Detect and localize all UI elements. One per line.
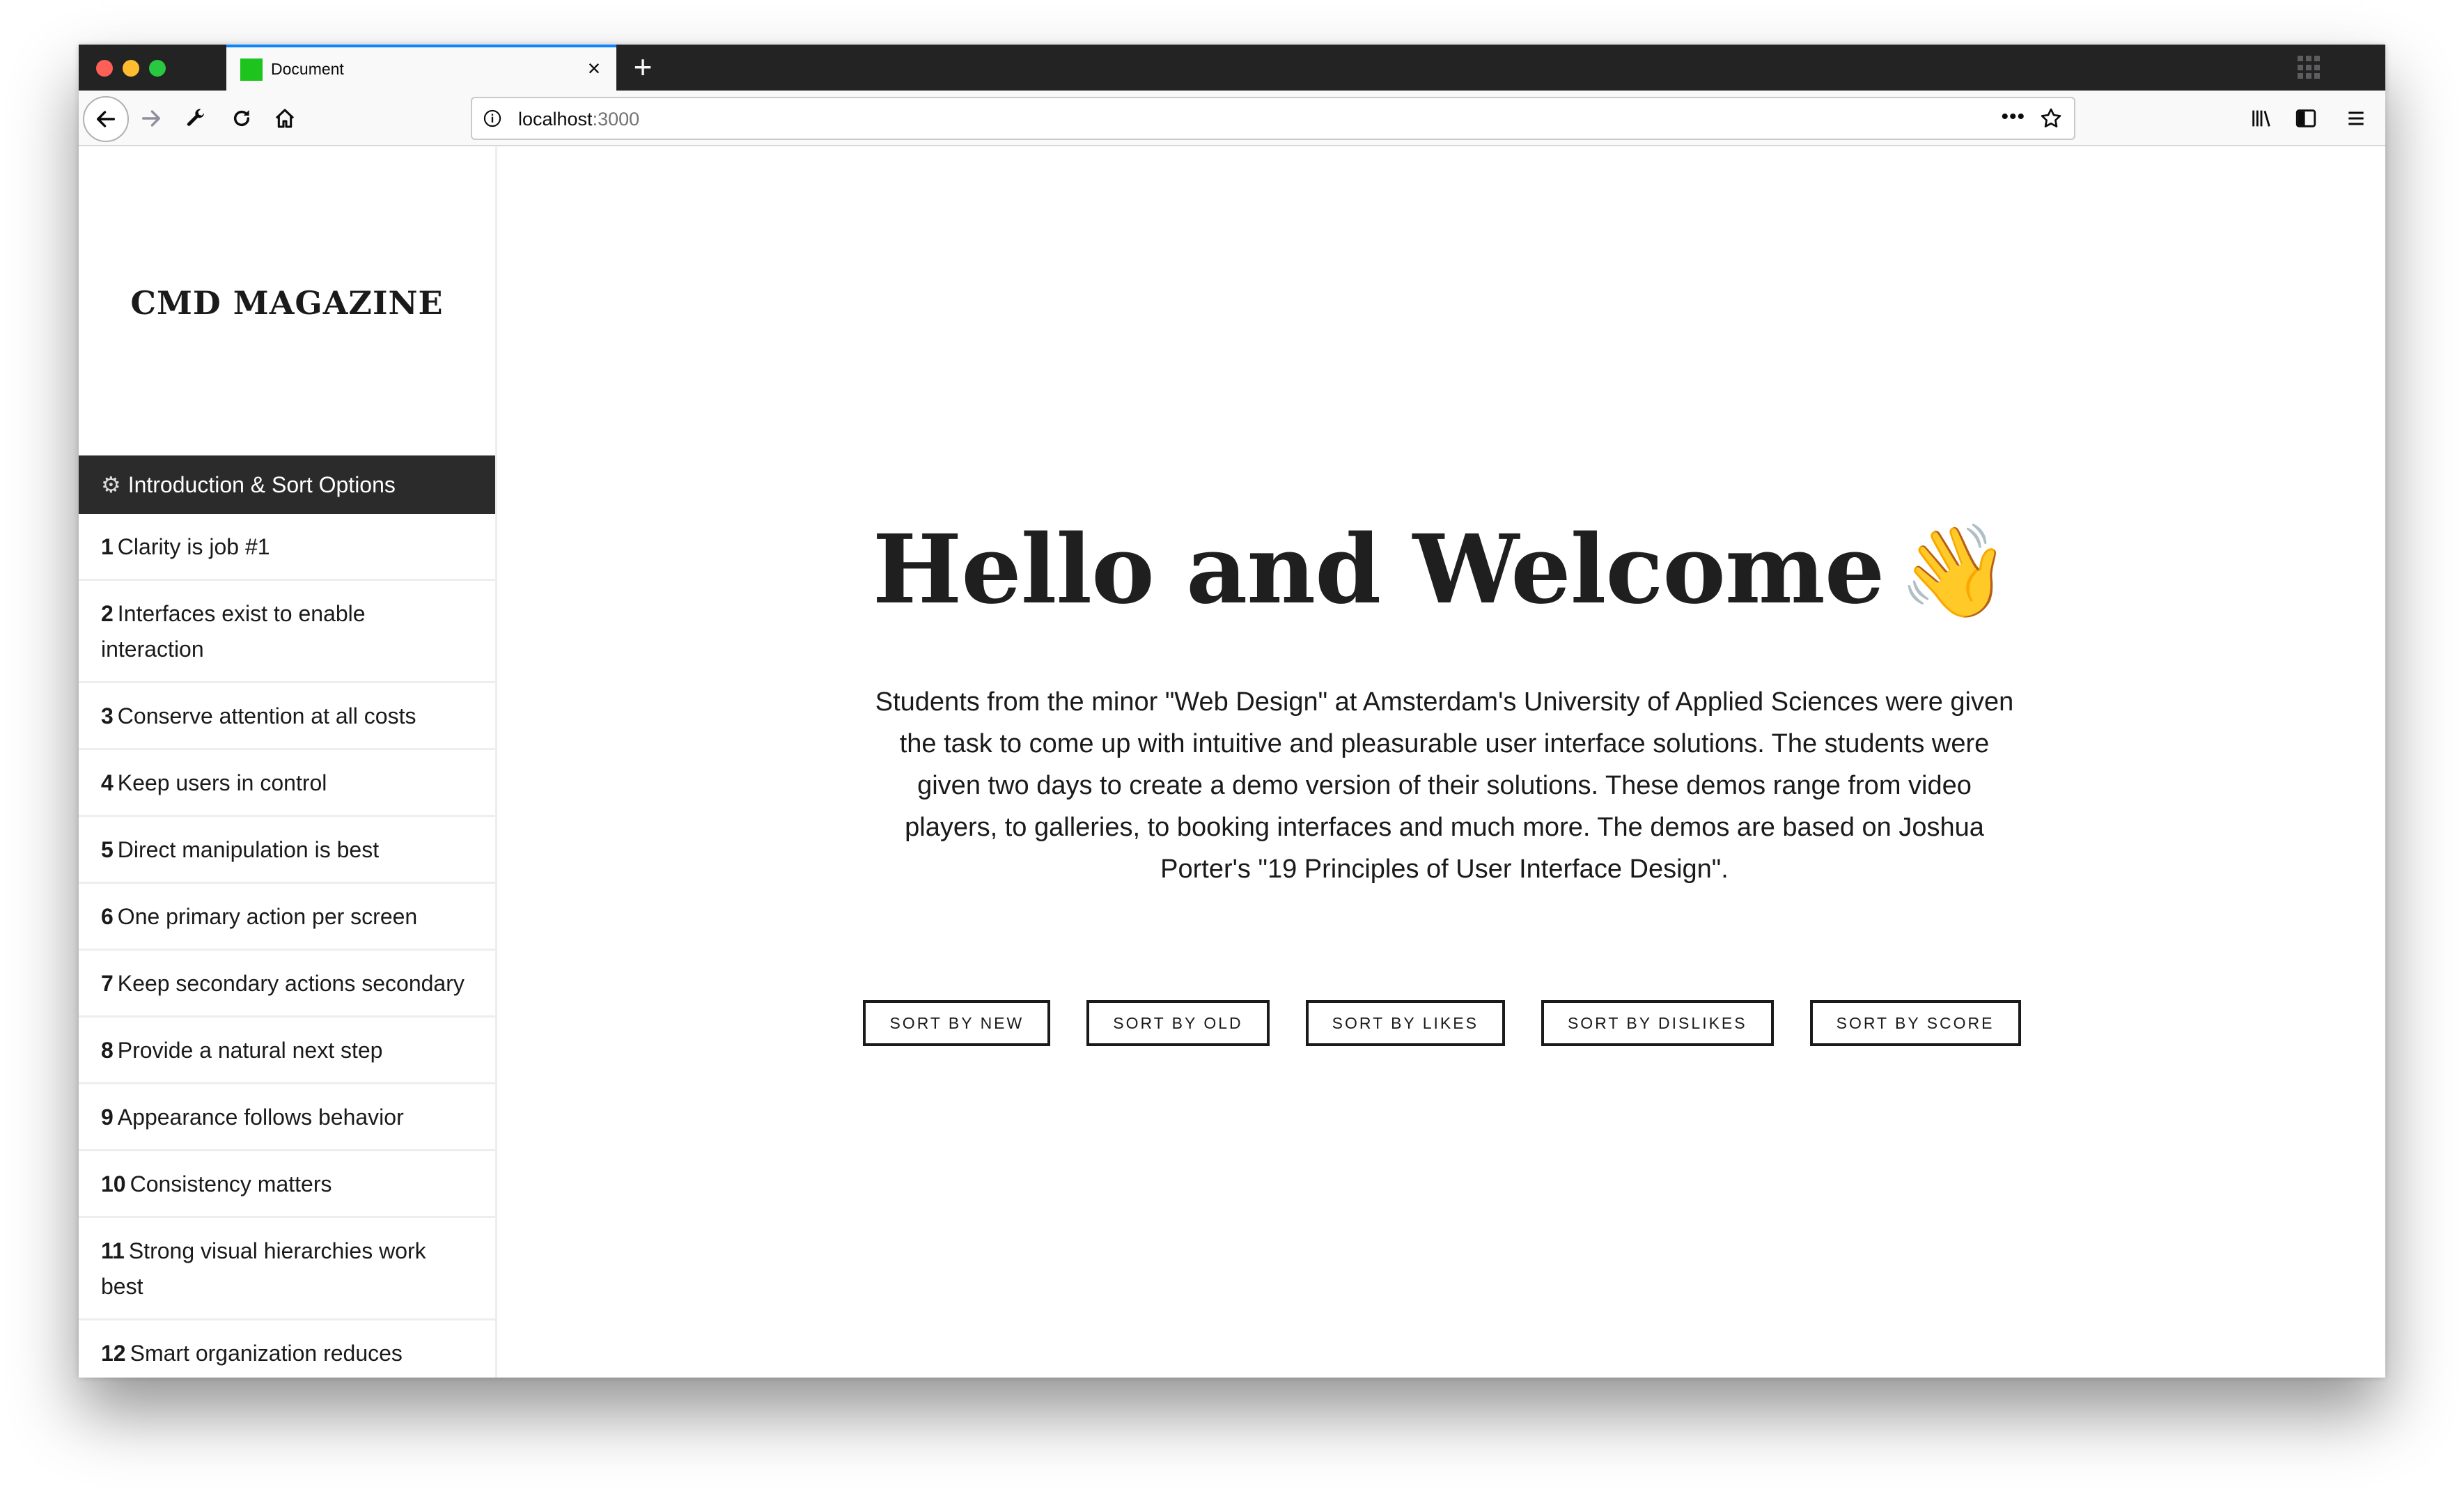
forward-button[interactable]	[132, 99, 171, 138]
item-label: Smart organization reduces cognitive loa…	[101, 1341, 403, 1378]
item-number: 5	[101, 837, 114, 862]
intro-text: Students from the minor "Web Design" at …	[875, 687, 2014, 884]
sidebar-item[interactable]: 8 Provide a natural next step	[79, 1018, 495, 1084]
sidebar-toggle-button[interactable]	[2286, 99, 2325, 138]
developer-tools-button[interactable]	[176, 99, 215, 138]
sidebar-item[interactable]: 4 Keep users in control	[79, 750, 495, 817]
sidebar-item[interactable]: 1 Clarity is job #1	[79, 514, 495, 581]
grid-icon[interactable]	[2298, 56, 2321, 79]
forward-arrow-icon	[141, 110, 161, 127]
new-tab-button[interactable]: +	[623, 49, 662, 88]
tab-title: Document	[271, 60, 344, 78]
library-button[interactable]	[2242, 99, 2281, 138]
home-button[interactable]	[265, 99, 304, 138]
url-host: localhost	[518, 109, 593, 130]
item-number: 10	[101, 1171, 126, 1196]
page-title-text: Hello and Welcome	[872, 514, 1885, 625]
item-label: Keep users in control	[117, 770, 327, 795]
sidebar-item[interactable]: 6 One primary action per screen	[79, 884, 495, 951]
sidebar-item[interactable]: 3 Conserve attention at all costs	[79, 683, 495, 750]
sidebar-item[interactable]: 10 Consistency matters	[79, 1151, 495, 1218]
item-number: 3	[101, 703, 114, 728]
reload-button[interactable]	[222, 99, 261, 138]
sort-by-new-button[interactable]: SORT BY NEW	[863, 1000, 1051, 1046]
sort-by-score-button[interactable]: SORT BY SCORE	[1809, 1000, 2021, 1046]
item-label: One primary action per screen	[117, 904, 418, 929]
library-icon	[2252, 110, 2270, 127]
nav-toolbar: localhost:3000 •••	[79, 91, 2385, 146]
main-content: Hello and Welcome 👋 Students from the min…	[497, 146, 2385, 1378]
url-text[interactable]: localhost:3000	[518, 109, 639, 130]
sidebar-item[interactable]: 7 Keep secondary actions secondary	[79, 951, 495, 1018]
item-number: 9	[101, 1105, 114, 1130]
sidebar-item[interactable]: 5 Direct manipulation is best	[79, 817, 495, 884]
sidebar-item[interactable]: 11 Strong visual hierarchies work best	[79, 1218, 495, 1320]
item-label: Clarity is job #1	[117, 534, 270, 559]
wrench-icon	[187, 109, 204, 126]
item-number: 2	[101, 601, 114, 626]
sidebar-item[interactable]: 2 Interfaces exist to enable interaction	[79, 581, 495, 683]
waving-hand-icon: 👋	[1898, 517, 2011, 624]
back-arrow-icon	[96, 111, 116, 127]
item-number: 11	[101, 1238, 125, 1263]
item-label: Provide a natural next step	[117, 1038, 383, 1063]
url-port: :3000	[592, 109, 640, 130]
page-actions-icon[interactable]: •••	[2001, 105, 2025, 129]
browser-window: Document × + localhost:3000 ••• CMD MAGA…	[79, 45, 2385, 1378]
reload-icon	[233, 110, 250, 127]
sort-by-likes-button[interactable]: SORT BY LIKES	[1305, 1000, 1505, 1046]
gear-icon: ⚙	[101, 472, 121, 497]
item-label: Keep secondary actions secondary	[117, 971, 465, 996]
tab-document[interactable]: Document ×	[226, 45, 616, 91]
close-window-button[interactable]	[96, 60, 113, 77]
sort-options: SORT BY NEW SORT BY OLD SORT BY LIKES SO…	[497, 1000, 2385, 1046]
sidebar-item-label: Introduction & Sort Options	[127, 471, 396, 497]
bookmark-star-icon[interactable]	[2039, 107, 2064, 132]
item-number: 4	[101, 770, 114, 795]
sidebar: CMD MAGAZINE ⚙ Introduction & Sort Optio…	[79, 146, 497, 1378]
home-icon	[275, 109, 295, 128]
hamburger-icon	[2348, 111, 2364, 125]
info-icon[interactable]	[482, 108, 503, 129]
minimize-window-button[interactable]	[123, 60, 139, 77]
item-label: Direct manipulation is best	[117, 837, 380, 862]
favicon-icon	[240, 59, 263, 81]
sidebar-item-introduction[interactable]: ⚙ Introduction & Sort Options	[79, 455, 495, 514]
item-number: 7	[101, 971, 114, 996]
item-number: 6	[101, 904, 114, 929]
item-number: 8	[101, 1038, 114, 1063]
principles-list: 1 Clarity is job #1 2 Interfaces exist to …	[79, 514, 495, 1378]
item-label: Appearance follows behavior	[117, 1105, 404, 1130]
sort-by-old-button[interactable]: SORT BY OLD	[1086, 1000, 1270, 1046]
page-title: Hello and Welcome 👋	[497, 514, 2385, 625]
tab-close-button[interactable]: ×	[582, 56, 607, 81]
brand-title[interactable]: CMD MAGAZINE	[79, 284, 495, 322]
maximize-window-button[interactable]	[149, 60, 166, 77]
item-label: Interfaces exist to enable interaction	[101, 601, 366, 662]
item-number: 12	[101, 1341, 126, 1366]
sidebar-item[interactable]: 12Smart organization reduces cognitive l…	[79, 1320, 495, 1378]
sidebar-item[interactable]: 9 Appearance follows behavior	[79, 1084, 495, 1151]
menu-button[interactable]	[2337, 99, 2376, 138]
item-label: Strong visual hierarchies work best	[101, 1238, 426, 1299]
back-button[interactable]	[83, 96, 129, 142]
item-number: 1	[101, 534, 114, 559]
sort-by-dislikes-button[interactable]: SORT BY DISLIKES	[1541, 1000, 1774, 1046]
tab-bar: Document × +	[79, 45, 2385, 91]
item-label: Consistency matters	[130, 1171, 332, 1196]
page-viewport: CMD MAGAZINE ⚙ Introduction & Sort Optio…	[79, 146, 2385, 1378]
sidebar-icon	[2295, 109, 2316, 127]
address-bar[interactable]: localhost:3000 •••	[471, 97, 2075, 140]
item-label: Conserve attention at all costs	[117, 703, 416, 728]
